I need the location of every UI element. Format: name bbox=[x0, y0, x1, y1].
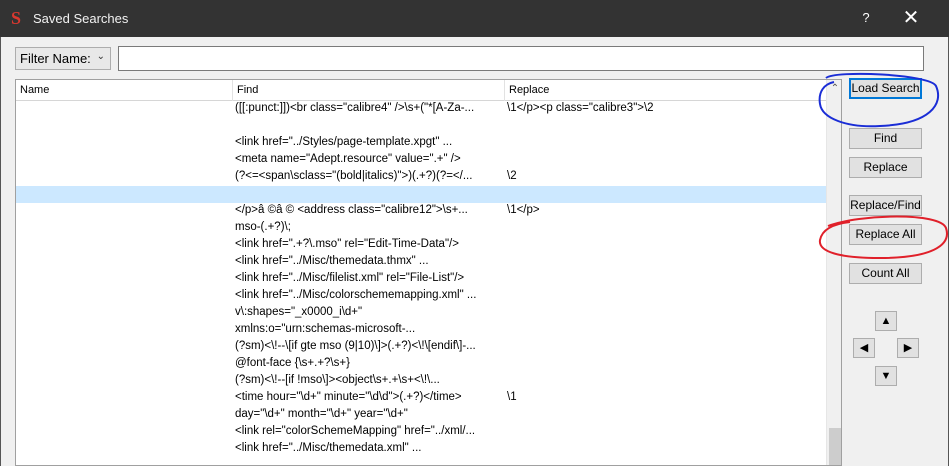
tree-row[interactable]: filelist<link href="../Misc/filelist.xml… bbox=[16, 271, 826, 288]
tree-row[interactable]: Colormap<link rel="colorSchemeMapping" h… bbox=[16, 424, 826, 441]
tree-row[interactable]: No_Calday="\d+" month="\d+" year="\d+" bbox=[16, 407, 826, 424]
find-cell: <meta name="Adept.resource" value=".+" /… bbox=[235, 153, 461, 165]
find-cell: (?sm)<\!--\[if gte mso (9|10)\]>(.+?)<\!… bbox=[235, 340, 476, 352]
find-cell: <time hour="\d+" minute="\d\d">(.+?)</ti… bbox=[235, 391, 462, 403]
replace-all-button[interactable]: Replace All bbox=[849, 224, 922, 245]
move-down-arrow-icon[interactable]: ▼ bbox=[875, 366, 897, 386]
tree-row[interactable]: de BR punct([[:punct:]])<br class="calib… bbox=[16, 101, 826, 118]
find-cell: day="\d+" month="\d+" year="\d+" bbox=[235, 408, 408, 420]
find-button[interactable]: Find bbox=[849, 128, 922, 149]
tree-row[interactable]: MSO edit-time<link href=".+?\.mso" rel="… bbox=[16, 237, 826, 254]
replace-cell: \1</p> bbox=[507, 204, 540, 216]
filter-label: Filter Name: bbox=[20, 51, 91, 66]
saved-searches-dialog: Filter Name: ⌄ Name Find Replace de BR p… bbox=[0, 37, 949, 466]
count-all-button[interactable]: Count All bbox=[849, 263, 922, 284]
filter-input[interactable] bbox=[118, 46, 924, 71]
title-bar: S Saved Searches ? ✕ bbox=[0, 0, 949, 37]
tree-group-row[interactable]: ˅Word Cruft bbox=[16, 186, 826, 203]
tree-row[interactable]: Del MSO stylesmso-(.+?)\; bbox=[16, 220, 826, 237]
find-cell: </p>â ©â © <address class="calibre12">\s… bbox=[235, 204, 468, 216]
replace-cell: \1</p><p class="calibre3">\2 bbox=[507, 102, 654, 114]
tree-rows: de BR punct([[:punct:]])<br class="calib… bbox=[16, 101, 826, 465]
tree-row[interactable]: smrttag xmlns:o="urn:schemas-microsoft-.… bbox=[16, 322, 826, 339]
window-title: Saved Searches bbox=[33, 11, 129, 26]
filter-field-select[interactable]: Filter Name: ⌄ bbox=[15, 47, 111, 70]
help-button[interactable]: ? bbox=[851, 6, 881, 30]
find-cell: <link href="../Misc/colorschememapping.x… bbox=[235, 289, 477, 301]
tree-row[interactable]: Themedata<link href="../Misc/themedata.x… bbox=[16, 441, 826, 458]
tree-row[interactable]: TimeTag<time hour="\d+" minute="\d\d">(.… bbox=[16, 390, 826, 407]
column-header-find[interactable]: Find bbox=[233, 80, 505, 101]
column-header-replace[interactable]: Replace bbox=[505, 80, 826, 101]
searches-tree[interactable]: Name Find Replace de BR punct([[:punct:]… bbox=[15, 79, 842, 466]
find-cell: mso-(.+?)\; bbox=[235, 221, 291, 233]
app-logo-icon: S bbox=[11, 8, 22, 28]
replace-find-button[interactable]: Replace/Find bbox=[849, 195, 922, 216]
replace-cell: \1 bbox=[507, 391, 517, 403]
find-cell: <link href="../Misc/themedata.xml" ... bbox=[235, 442, 422, 454]
move-up-arrow-icon[interactable]: ▲ bbox=[875, 311, 897, 331]
tree-row[interactable]: No_Vshapev\:shapes="_x0000_i\d+" bbox=[16, 305, 826, 322]
tree-row[interactable]: Only one span pair(?<=<span\sclass="(bol… bbox=[16, 169, 826, 186]
scroll-thumb[interactable] bbox=[829, 428, 841, 465]
load-search-button[interactable]: Load Search bbox=[849, 78, 922, 99]
vertical-scrollbar[interactable]: ⌃ bbox=[826, 80, 841, 465]
find-cell: v\:shapes="_x0000_i\d+" bbox=[235, 306, 363, 318]
tree-row[interactable]: themedata<link href="../Misc/themedata.t… bbox=[16, 254, 826, 271]
tree-row[interactable]: MSO object(?sm)<\!--[if !mso\]><object\s… bbox=[16, 373, 826, 390]
find-cell: (?<=<span\sclass="(bold|italics)">)(.+?)… bbox=[235, 170, 473, 182]
find-cell: xmlns:o="urn:schemas-microsoft-... bbox=[235, 323, 416, 335]
chevron-down-icon: ⌄ bbox=[96, 51, 105, 62]
tree-group-row[interactable]: ˅Adobe cruft bbox=[16, 118, 826, 135]
column-header-name[interactable]: Name bbox=[16, 80, 233, 101]
replace-button[interactable]: Replace bbox=[849, 157, 922, 178]
find-cell: <link href="../Misc/filelist.xml" rel="F… bbox=[235, 272, 465, 284]
find-cell: <link href="../Styles/page-template.xpgt… bbox=[235, 136, 453, 148]
tree-row[interactable]: No Adept<meta name="Adept.resource" valu… bbox=[16, 152, 826, 169]
tree-group-row[interactable]: ˅Wo...ICSS bbox=[16, 458, 826, 465]
tree-row[interactable]: adobe XPGT<link href="../Styles/page-tem… bbox=[16, 135, 826, 152]
tree-header: Name Find Replace bbox=[16, 80, 826, 101]
find-cell: <link rel="colorSchemeMapping" href="../… bbox=[235, 425, 476, 437]
find-cell: <link href=".+?\.mso" rel="Edit-Time-Dat… bbox=[235, 238, 459, 250]
replace-cell: \2 bbox=[507, 170, 517, 182]
find-cell: (?sm)<\!--[if !mso\]><object\s+.+\s+<\!\… bbox=[235, 374, 440, 386]
move-right-arrow-icon[interactable]: ▶ bbox=[897, 338, 919, 358]
tree-row[interactable]: Remove MSO scripts(?sm)<\!--\[if gte mso… bbox=[16, 339, 826, 356]
scroll-up-icon[interactable]: ⌃ bbox=[827, 80, 841, 98]
move-left-arrow-icon[interactable]: ◀ bbox=[853, 338, 875, 358]
find-cell: @font-face {\s+.+?\s+} bbox=[235, 357, 350, 369]
tree-row[interactable]: No@Font@font-face {\s+.+?\s+} bbox=[16, 356, 826, 373]
find-cell: ([[:punct:]])<br class="calibre4" />\s+(… bbox=[235, 102, 475, 114]
find-cell: <link href="../Misc/themedata.thmx" ... bbox=[235, 255, 429, 267]
close-button[interactable]: ✕ bbox=[896, 6, 926, 30]
tree-row[interactable]: colormap<link href="../Misc/colorschemem… bbox=[16, 288, 826, 305]
tree-row[interactable]: rem address tag</p>â ©â © <address class… bbox=[16, 203, 826, 220]
